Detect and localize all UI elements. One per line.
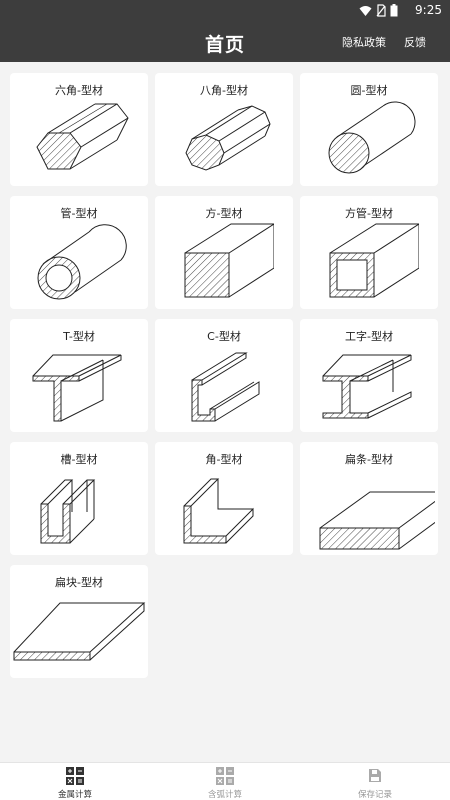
battery-icon — [390, 4, 398, 17]
u-channel-icon — [40, 479, 96, 544]
profile-label: 扁条-型材 — [345, 453, 393, 466]
tab-label: 金属计算 — [57, 790, 92, 800]
tab-label: 保存记录 — [357, 790, 392, 800]
profile-card-flat-bar[interactable]: 扁条-型材 — [300, 442, 438, 555]
tab-label: 含弧计算 — [207, 790, 242, 800]
profile-card-angle[interactable]: 角-型材 — [155, 442, 293, 555]
profile-card-square[interactable]: 方-型材 — [155, 196, 293, 309]
c-channel-icon — [191, 352, 260, 422]
profile-card-t[interactable]: T-型材 — [10, 319, 148, 432]
profile-card-round[interactable]: 圆-型材 — [300, 73, 438, 186]
i-beam-icon — [322, 354, 412, 419]
profile-card-hex[interactable]: 六角-型材 — [10, 73, 148, 186]
profile-card-octagon[interactable]: 八角-型材 — [155, 73, 293, 186]
profile-label: 圆-型材 — [350, 84, 388, 97]
profile-label: 管-型材 — [60, 207, 98, 220]
hex-bar-icon — [36, 103, 129, 170]
profile-card-square-tube[interactable]: 方管-型材 — [300, 196, 438, 309]
privacy-policy-link[interactable]: 隐私政策 — [342, 34, 386, 50]
feedback-link[interactable]: 反馈 — [404, 34, 426, 50]
profile-label: 扁块-型材 — [55, 576, 103, 589]
profile-card-u[interactable]: 槽-型材 — [10, 442, 148, 555]
bottom-nav: 金属计算 含弧计算 保存记录 — [0, 762, 450, 800]
t-beam-icon — [32, 354, 122, 422]
save-record-icon — [369, 769, 381, 782]
tube-icon — [37, 224, 127, 300]
tab-metal-calc[interactable]: 金属计算 — [0, 763, 150, 800]
calculator-icon — [66, 767, 84, 785]
profile-card-c[interactable]: C-型材 — [155, 319, 293, 432]
profile-label: 八角-型材 — [200, 84, 248, 97]
status-bar: 9:25 — [0, 0, 450, 22]
arc-calculator-icon — [216, 767, 234, 785]
status-icons — [359, 4, 398, 17]
profile-label: 角-型材 — [205, 453, 243, 466]
profile-label: 六角-型材 — [55, 84, 103, 97]
profile-card-tube[interactable]: 管-型材 — [10, 196, 148, 309]
status-time: 9:25 — [415, 3, 442, 17]
angle-icon — [183, 478, 254, 544]
round-bar-icon — [328, 101, 416, 174]
profile-label: 槽-型材 — [60, 453, 98, 466]
tab-arc-calc[interactable]: 含弧计算 — [150, 763, 300, 800]
no-sim-icon — [376, 4, 386, 17]
flat-plate-icon — [13, 602, 146, 661]
profile-grid: 六角-型材 八角-型材 圆-型材 管-型材 方-型材 方管-型材 T-型材 C-… — [10, 73, 440, 678]
profile-label: C-型材 — [207, 330, 241, 343]
profile-label: 工字-型材 — [345, 330, 393, 343]
square-tube-icon — [329, 223, 419, 298]
profile-label: 方-型材 — [205, 207, 243, 220]
wifi-icon — [359, 5, 372, 16]
profile-card-i[interactable]: 工字-型材 — [300, 319, 438, 432]
octagon-bar-icon — [185, 105, 271, 171]
profile-card-flat-plate[interactable]: 扁块-型材 — [10, 565, 148, 678]
flat-bar-icon — [319, 491, 435, 550]
tab-saved-records[interactable]: 保存记录 — [300, 763, 450, 800]
profile-label: T-型材 — [63, 330, 95, 343]
profile-label: 方管-型材 — [345, 207, 393, 220]
square-bar-icon — [184, 223, 274, 298]
app-header: 首页 隐私政策 反馈 — [0, 22, 450, 62]
